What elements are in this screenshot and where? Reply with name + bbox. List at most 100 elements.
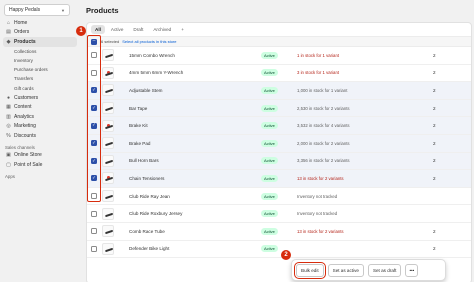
product-thumbnail bbox=[102, 172, 114, 185]
status-badge: Active bbox=[261, 245, 278, 253]
sales-channels-heading: Sales channels bbox=[5, 144, 35, 150]
selection-bar: 6 selected Select all products in this s… bbox=[87, 37, 471, 47]
sidebar-item-label: Discounts bbox=[14, 132, 36, 139]
store-switcher[interactable]: Happy Pedals ▼ bbox=[4, 4, 70, 16]
product-name[interactable]: Bar Tape bbox=[129, 106, 147, 111]
set-active-button[interactable]: Set as active bbox=[327, 263, 364, 277]
table-row[interactable]: Comb Race Tube Active 13 in stock for 2 va… bbox=[87, 223, 471, 241]
row-checkbox[interactable] bbox=[91, 228, 97, 235]
sidebar-item-online-store[interactable]: ▣ Online Store bbox=[0, 151, 80, 161]
sidebar-item-label: Content bbox=[14, 104, 32, 111]
product-name[interactable]: Defender Bike Light bbox=[129, 246, 169, 251]
status-badge: Active bbox=[261, 174, 278, 182]
product-thumbnail bbox=[102, 119, 114, 132]
orders-icon: ▤ bbox=[6, 29, 11, 36]
sidebar-item-customers[interactable]: ● Customers bbox=[0, 93, 80, 103]
tag-icon: ◆ bbox=[6, 38, 11, 45]
sidebar-subitem-transfers[interactable]: Transfers bbox=[0, 74, 80, 83]
sidebar-item-orders[interactable]: ▤ Orders bbox=[0, 28, 80, 38]
inventory-text: 2,000 in stock for 2 variants bbox=[297, 140, 350, 146]
table-row[interactable]: 4mm 5mm 6mm Y-Wrench Active 3 in stock for… bbox=[87, 65, 471, 83]
product-name[interactable]: Club Ride Roxbury Jersey bbox=[129, 211, 182, 216]
sidebar-item-home[interactable]: ⌂ Home bbox=[0, 18, 80, 28]
status-badge: Active bbox=[261, 192, 278, 200]
product-name[interactable]: 15mm Combo Wrench bbox=[129, 53, 175, 58]
table-row[interactable]: Bull Horn Bars Active 3,356 in stock for 2… bbox=[87, 152, 471, 171]
status-badge: Active bbox=[261, 104, 278, 112]
product-thumbnail bbox=[102, 190, 114, 203]
bulk-edit-button[interactable]: Bulk edit bbox=[294, 261, 326, 279]
product-name[interactable]: Bull Horn Bars bbox=[129, 158, 159, 163]
sales-channel-count: 2 bbox=[433, 158, 436, 164]
more-actions-icon[interactable]: ••• bbox=[405, 263, 419, 277]
table-row[interactable]: Adjustable Stem Active 1,000 in stock for … bbox=[87, 82, 471, 100]
inventory-text: 13 in stock for 2 variants bbox=[297, 228, 344, 234]
sidebar-subitem-collections[interactable]: Collections bbox=[0, 47, 80, 56]
sidebar-item-marketing[interactable]: ◎ Marketing bbox=[0, 122, 80, 132]
sidebar-subitem-purchase-orders[interactable]: Purchase orders bbox=[0, 65, 80, 74]
sales-channel-count: 2 bbox=[433, 123, 436, 129]
product-thumbnail bbox=[102, 154, 114, 167]
tab-draft[interactable]: Draft bbox=[129, 25, 147, 34]
sidebar-item-content[interactable]: ▦ Content bbox=[0, 102, 80, 112]
status-badge: Active bbox=[261, 139, 278, 147]
tab-all[interactable]: All bbox=[91, 25, 105, 34]
annotation-step-1: 1 bbox=[76, 26, 86, 36]
table-row[interactable]: Chain Tensioners Active 13 in stock for 2 … bbox=[87, 170, 471, 188]
product-name[interactable]: Brake Pad bbox=[129, 141, 150, 146]
sidebar-item-label: Point of Sale bbox=[14, 162, 43, 169]
sidebar-item-label: Customers bbox=[14, 94, 39, 101]
product-name[interactable]: Brake Kit bbox=[129, 123, 148, 128]
sidebar-item-label: Home bbox=[14, 19, 28, 26]
sidebar-subitem-inventory[interactable]: Inventory bbox=[0, 56, 80, 65]
sales-channel-count: 2 bbox=[433, 87, 436, 93]
pos-icon: ▢ bbox=[6, 162, 11, 169]
bulk-actions-bar: Bulk edit Set as active Set as draft ••• bbox=[291, 259, 446, 281]
tab-add[interactable]: + bbox=[177, 25, 188, 34]
sidebar-item-analytics[interactable]: ▥ Analytics bbox=[0, 112, 80, 122]
table-row[interactable]: Brake Kit Active 3,532 in stock for 4 vari… bbox=[87, 117, 471, 135]
product-thumbnail bbox=[102, 137, 114, 150]
tab-archived[interactable]: Archived bbox=[149, 25, 175, 34]
status-badge: Active bbox=[261, 210, 278, 218]
set-draft-button[interactable]: Set as draft bbox=[367, 263, 402, 277]
store-name: Happy Pedals bbox=[9, 7, 41, 13]
sidebar-item-label: Online Store bbox=[14, 152, 42, 159]
sales-channel-count: 2 bbox=[433, 105, 436, 111]
product-name[interactable]: Club Ride Ray Jean bbox=[129, 194, 170, 199]
table-row[interactable]: Defender Bike Light Active 2 bbox=[87, 241, 471, 259]
sidebar-subitem-gift-cards[interactable]: Gift cards bbox=[0, 84, 80, 93]
table-row[interactable]: Club Ride Roxbury Jersey Active Inventory … bbox=[87, 205, 471, 223]
sidebar-item-label: Products bbox=[14, 38, 36, 45]
row-checkbox[interactable] bbox=[91, 210, 97, 217]
table-row[interactable]: Brake Pad Active 2,000 in stock for 2 vari… bbox=[87, 134, 471, 153]
table-row[interactable]: Club Ride Ray Jean Active Inventory not tr… bbox=[87, 188, 471, 206]
table-row[interactable]: Bar Tape Active 2,530 in stock for 2 varia… bbox=[87, 99, 471, 118]
status-badge: Active bbox=[261, 86, 278, 94]
select-all-link[interactable]: Select all products in this store bbox=[122, 39, 176, 44]
product-name[interactable]: Adjustable Stem bbox=[129, 88, 162, 93]
sidebar-item-label: Marketing bbox=[14, 123, 36, 130]
product-thumbnail bbox=[102, 242, 114, 255]
product-name[interactable]: Chain Tensioners bbox=[129, 176, 164, 181]
sales-channel-count: 2 bbox=[433, 246, 436, 252]
product-name[interactable]: Comb Race Tube bbox=[129, 229, 165, 234]
page-title: Products bbox=[86, 6, 119, 15]
store-icon: ▣ bbox=[6, 152, 11, 159]
inventory-text: 1 in stock for 1 variant bbox=[297, 52, 340, 58]
row-checkbox[interactable] bbox=[91, 245, 97, 252]
sidebar-item-point-of-sale[interactable]: ▢ Point of Sale bbox=[0, 160, 80, 170]
sidebar-item-products[interactable]: ◆ Products bbox=[3, 37, 77, 47]
target-icon: ◎ bbox=[6, 123, 11, 130]
tab-active[interactable]: Active bbox=[107, 25, 128, 34]
product-name[interactable]: 4mm 5mm 6mm Y-Wrench bbox=[129, 70, 183, 75]
inventory-text: 3,532 in stock for 4 variants bbox=[297, 123, 350, 129]
table-row[interactable]: 15mm Combo Wrench Active 1 in stock for 1 … bbox=[87, 47, 471, 65]
status-badge: Active bbox=[261, 122, 278, 130]
status-badge: Active bbox=[261, 157, 278, 165]
inventory-text: 3 in stock for 1 variant bbox=[297, 70, 340, 76]
sales-channel-count: 2 bbox=[433, 140, 436, 146]
sidebar-item-discounts[interactable]: % Discounts bbox=[0, 131, 80, 141]
inventory-text: 13 in stock for 2 variants bbox=[297, 175, 344, 181]
products-table-card: AllActiveDraftArchived+ 6 selected Selec… bbox=[86, 22, 472, 282]
